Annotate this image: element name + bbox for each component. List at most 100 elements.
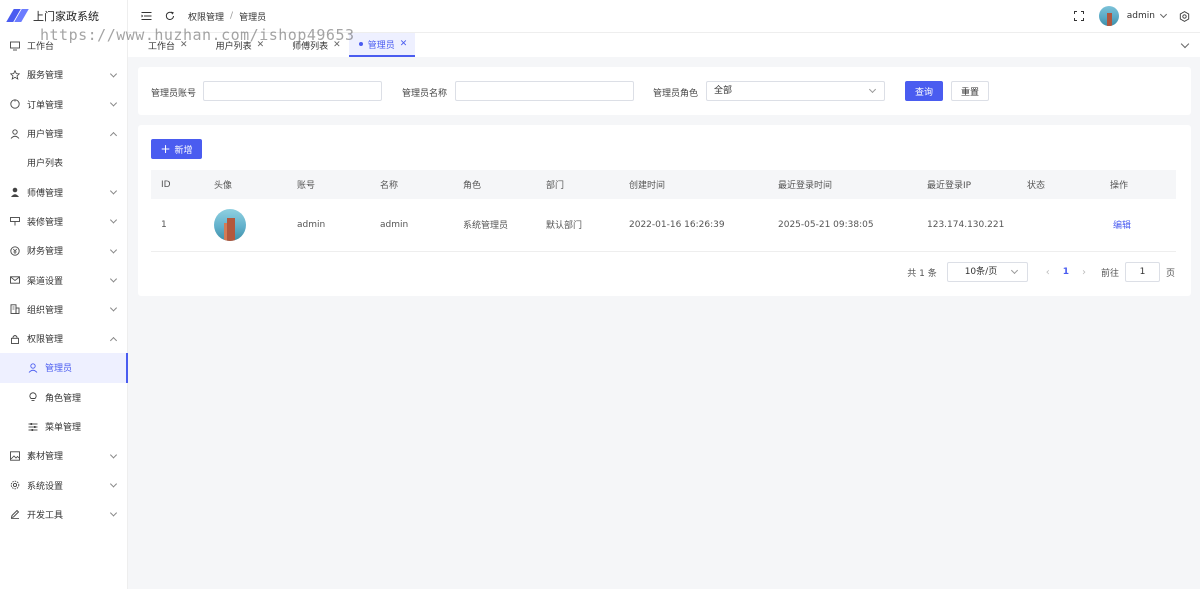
cell-account: admin xyxy=(297,219,326,230)
menu-fold-icon[interactable] xyxy=(140,10,152,22)
chevron-down-icon[interactable] xyxy=(1180,39,1190,49)
sidebar-item-menus[interactable]: 菜单管理 xyxy=(0,412,127,441)
goto-input[interactable]: 1 xyxy=(1124,262,1160,282)
mail-icon xyxy=(10,275,20,285)
column-header: 操作 xyxy=(1110,181,1129,191)
cell-ip: 123.174.130.221 xyxy=(927,219,1005,230)
page-suffix: 页 xyxy=(1165,268,1175,279)
sidebar-item-label: 开发工具 xyxy=(27,510,64,521)
next-page-icon[interactable]: › xyxy=(1082,267,1086,278)
chevron-down-icon xyxy=(109,187,118,195)
table-header-row: ID 头像 账号 名称 角色 部门 创建时间 最近登录时间 最近登录IP 状态 … xyxy=(151,170,1176,199)
sidebar-item-service[interactable]: 服务管理 xyxy=(0,60,127,89)
column-header: 名称 xyxy=(380,181,399,191)
sidebar-item-label: 财务管理 xyxy=(27,247,64,258)
sidebar-item-workers[interactable]: 师傅管理 xyxy=(0,177,127,206)
reset-button[interactable]: 重置 xyxy=(951,81,989,101)
column-header: 最近登录时间 xyxy=(778,181,833,191)
breadcrumb-item: 管理员 xyxy=(239,12,267,23)
finance-icon xyxy=(10,246,20,256)
fullscreen-icon[interactable] xyxy=(1073,10,1085,22)
settings-icon[interactable] xyxy=(1178,10,1190,22)
user-name[interactable]: admin xyxy=(1127,11,1155,21)
sidebar-item-roles[interactable]: 角色管理 xyxy=(0,383,127,412)
sidebar-item-orders[interactable]: 订单管理 xyxy=(0,90,127,119)
sidebar-item-user-list[interactable]: 用户列表 xyxy=(0,148,127,177)
breadcrumb: 权限管理 / 管理员 xyxy=(188,10,266,23)
column-header: 最近登录IP xyxy=(927,181,972,191)
edit-link[interactable]: 编辑 xyxy=(1113,221,1131,231)
pen-icon xyxy=(10,509,20,520)
page-number[interactable]: 1 xyxy=(1063,267,1069,277)
account-input[interactable] xyxy=(203,81,382,101)
table-panel: + 新增 ID 头像 账号 名称 角色 部门 创建时间 最近登录时间 最近登录I… xyxy=(138,125,1191,296)
chevron-down-icon xyxy=(109,509,118,517)
account-label: 管理员账号 xyxy=(151,89,197,99)
cell-name: admin xyxy=(380,219,409,230)
tab-admins[interactable]: 管理员 ✕ xyxy=(348,33,416,57)
tab-label: 管理员 xyxy=(367,40,395,51)
goto-label: 前往 xyxy=(1100,268,1119,279)
sidebar-item-materials[interactable]: 素材管理 xyxy=(0,441,127,470)
sidebar-item-finance[interactable]: 财务管理 xyxy=(0,236,127,265)
sidebar-item-label: 用户管理 xyxy=(27,130,64,141)
sidebar-item-decoration[interactable]: 装修管理 xyxy=(0,207,127,236)
filter-panel: 管理员账号 管理员名称 管理员角色 全部 查询 重置 xyxy=(138,67,1191,115)
sidebar-item-label: 素材管理 xyxy=(27,452,64,463)
sidebar-item-settings[interactable]: 系统设置 xyxy=(0,470,127,499)
sidebar-item-users[interactable]: 用户管理 xyxy=(0,119,127,148)
avatar[interactable] xyxy=(1098,6,1119,26)
sidebar-item-permissions[interactable]: 权限管理 xyxy=(0,324,127,353)
image-icon xyxy=(10,451,20,461)
refresh-icon[interactable] xyxy=(164,10,176,22)
chevron-down-icon xyxy=(109,70,118,78)
pagination-total: 共 1 条 xyxy=(907,268,937,279)
chevron-down-icon xyxy=(1010,266,1018,275)
add-button[interactable]: + 新增 xyxy=(151,139,202,159)
prev-page-icon[interactable]: ‹ xyxy=(1046,267,1050,278)
chevron-down-icon xyxy=(109,480,118,488)
role-select[interactable]: 全部 xyxy=(706,81,885,101)
sidebar-item-admins[interactable]: 管理员 xyxy=(0,353,128,383)
sidebar-item-label: 师傅管理 xyxy=(27,188,64,199)
star-icon xyxy=(10,69,20,80)
sidebar-item-organization[interactable]: 组织管理 xyxy=(0,295,127,324)
sidebar-item-label: 用户列表 xyxy=(27,159,64,170)
add-button-label: 新增 xyxy=(174,145,193,156)
page-size-select[interactable]: 10条/页 xyxy=(946,262,1028,282)
name-input[interactable] xyxy=(455,81,634,101)
role-label: 管理员角色 xyxy=(653,89,699,99)
app-title: 上门家政系统 xyxy=(33,9,99,23)
lock-icon xyxy=(10,334,20,344)
sidebar-item-label: 菜单管理 xyxy=(45,423,82,433)
search-button[interactable]: 查询 xyxy=(905,81,943,101)
chevron-down-icon[interactable] xyxy=(1159,10,1168,19)
close-icon[interactable]: ✕ xyxy=(400,39,408,49)
chevron-up-icon xyxy=(109,336,118,344)
breadcrumb-item[interactable]: 权限管理 xyxy=(188,10,224,23)
chevron-down-icon xyxy=(109,216,118,224)
sidebar-item-label: 系统设置 xyxy=(27,481,64,492)
active-dot-icon xyxy=(358,42,363,46)
chevron-down-icon xyxy=(868,85,877,94)
page-size-value: 10条/页 xyxy=(964,267,998,277)
sidebar-item-label: 服务管理 xyxy=(27,71,64,82)
column-header: 角色 xyxy=(463,181,482,191)
decoration-icon xyxy=(10,216,20,226)
sidebar-item-label: 渠道设置 xyxy=(27,276,64,287)
cell-id: 1 xyxy=(161,219,167,230)
header-right: admin xyxy=(1061,0,1190,32)
role-select-value: 全部 xyxy=(714,86,733,96)
user-icon xyxy=(10,128,20,139)
name-label: 管理员名称 xyxy=(402,89,448,99)
cell-status xyxy=(1017,199,1100,251)
cell-last-login: 2025-05-21 09:38:05 xyxy=(778,219,874,230)
sliders-icon xyxy=(28,422,38,432)
clock-icon xyxy=(10,99,20,109)
cell-dept: 默认部门 xyxy=(546,221,583,232)
column-header: 创建时间 xyxy=(629,181,666,191)
sidebar-item-devtools[interactable]: 开发工具 xyxy=(0,500,127,529)
bulb-icon xyxy=(28,392,38,402)
column-header: 账号 xyxy=(297,181,316,191)
sidebar-item-channels[interactable]: 渠道设置 xyxy=(0,265,127,294)
